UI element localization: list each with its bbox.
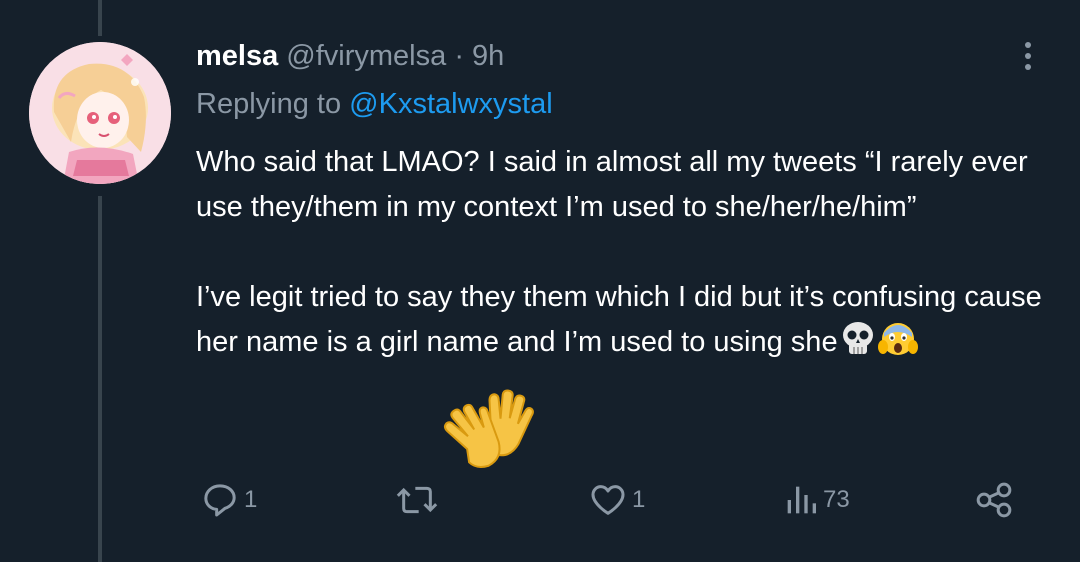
like-button[interactable]: 1	[588, 478, 645, 522]
replying-to-line: Replying to @Kxstalwxystal	[196, 84, 553, 124]
separator-dot: ·	[454, 40, 464, 72]
timestamp[interactable]: 9h	[472, 40, 504, 72]
display-name[interactable]: melsa	[196, 40, 278, 72]
like-count: 1	[632, 486, 646, 513]
tweet-paragraph-2: I’ve legit tried to say they them which …	[196, 275, 1056, 365]
retweet-button[interactable]	[395, 478, 443, 522]
retweet-icon	[396, 486, 438, 514]
skull-emoji	[842, 322, 873, 354]
views-count: 73	[823, 486, 850, 513]
user-handle[interactable]: @fvirymelsa	[286, 40, 446, 72]
views-icon	[787, 486, 816, 514]
avatar[interactable]	[29, 42, 171, 184]
share-button[interactable]	[972, 478, 1016, 522]
share-icon	[976, 482, 1012, 518]
screaming-face-emoji	[877, 323, 918, 355]
reply-button[interactable]: 1	[200, 478, 257, 522]
tweet-header: melsa @fvirymelsa · 9h	[196, 36, 504, 76]
reply-icon	[204, 484, 236, 517]
thread-line-top	[98, 0, 102, 36]
like-icon	[591, 485, 625, 515]
views-button[interactable]: 73	[783, 478, 850, 522]
waving-hands-icon	[443, 389, 534, 468]
thread-line-bottom	[98, 196, 102, 562]
tweet-paragraph-1: Who said that LMAO? I said in almost all…	[196, 146, 1028, 223]
replying-to-mention[interactable]: @Kxstalwxystal	[349, 88, 552, 120]
more-icon[interactable]	[1010, 36, 1046, 76]
reply-count: 1	[244, 486, 258, 513]
replying-to-prefix: Replying to	[196, 88, 350, 120]
emoji-group	[842, 321, 932, 357]
tweet-text: Who said that LMAO? I said in almost all…	[196, 140, 1056, 365]
